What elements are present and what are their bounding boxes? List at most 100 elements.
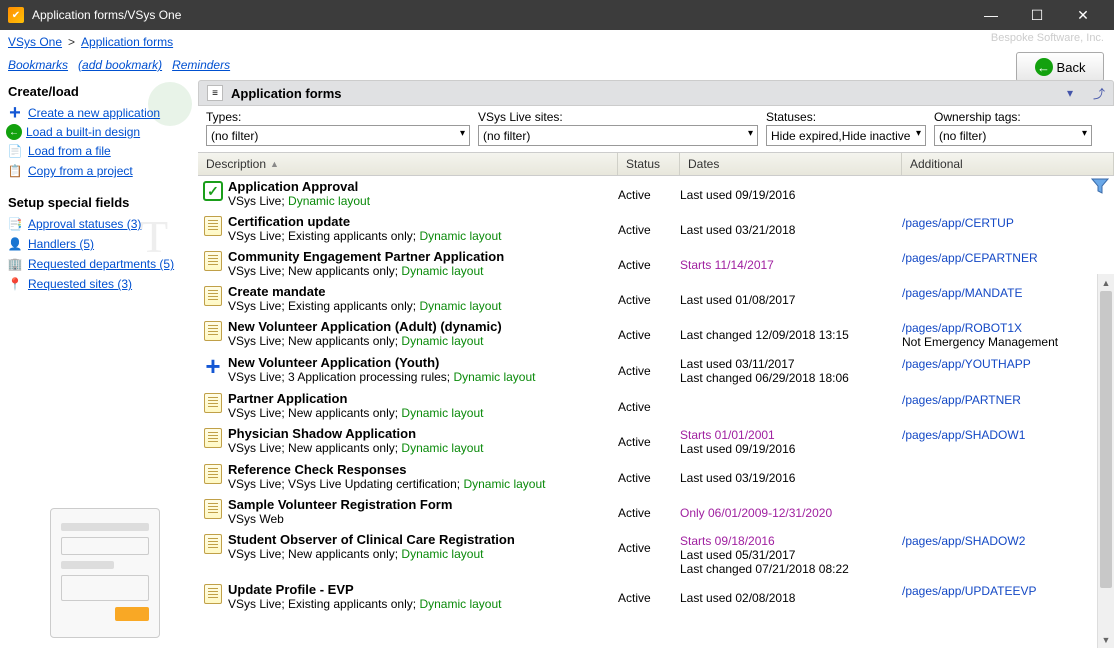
copy-icon: 📋 [6, 162, 24, 180]
bookmarks-link[interactable]: Bookmarks [8, 58, 68, 72]
row-status: Active [618, 249, 680, 278]
scroll-thumb[interactable] [1100, 291, 1112, 588]
row-title: Community Engagement Partner Application [228, 249, 612, 264]
table-row[interactable]: Community Engagement Partner Application… [198, 246, 1114, 281]
row-status: Active [618, 319, 680, 349]
add-bookmark-link[interactable]: (add bookmark) [78, 58, 162, 72]
row-status: Active [618, 532, 680, 576]
row-status: Active [618, 391, 680, 420]
row-meta: VSys Live; New applicants only; Dynamic … [228, 547, 612, 561]
table-row[interactable]: Reference Check ResponsesVSys Live; VSys… [198, 459, 1114, 494]
row-dates: Starts 01/01/2001Last used 09/19/2016 [680, 426, 902, 456]
row-meta: VSys Live; 3 Application processing rule… [228, 370, 612, 384]
row-status: Active [618, 214, 680, 243]
column-headers: Description▲ Status Dates Additional [198, 152, 1114, 176]
check-icon: ✓ [198, 179, 228, 208]
site-icon: 📍 [6, 275, 24, 293]
window-title: Application forms/VSys One [32, 8, 968, 22]
panel-title: Application forms [231, 86, 1059, 101]
table-row[interactable]: ✓Application ApprovalVSys Live; Dynamic … [198, 176, 1114, 211]
filter-sites-select[interactable]: (no filter) [478, 125, 758, 146]
doc-icon [198, 319, 228, 349]
plus-icon: + [6, 104, 24, 122]
bookmarks-row: Bookmarks (add bookmark) Reminders [0, 54, 1114, 76]
row-title: Student Observer of Clinical Care Regist… [228, 532, 612, 547]
filter-statuses-label: Statuses: [766, 110, 926, 124]
sidebar: Create/load + Create a new application ←… [0, 80, 198, 648]
col-additional[interactable]: Additional [902, 153, 1114, 175]
sidebar-handlers[interactable]: 👤 Handlers (5) [6, 234, 192, 254]
form-icon: ≡ [207, 85, 223, 101]
table-row[interactable]: Certification updateVSys Live; Existing … [198, 211, 1114, 246]
row-title: Application Approval [228, 179, 612, 194]
doc-icon [198, 249, 228, 278]
table-row[interactable]: Create mandateVSys Live; Existing applic… [198, 281, 1114, 316]
row-status: Active [618, 582, 680, 611]
rows-container: ✓Application ApprovalVSys Live; Dynamic … [198, 176, 1114, 648]
reminders-link[interactable]: Reminders [172, 58, 230, 72]
titlebar: ✔ Application forms/VSys One — ☐ ✕ [0, 0, 1114, 30]
sidebar-requested-departments[interactable]: 🏢 Requested departments (5) [6, 254, 192, 274]
row-title: Partner Application [228, 391, 612, 406]
table-row[interactable]: Sample Volunteer Registration FormVSys W… [198, 494, 1114, 529]
row-additional: /pages/app/SHADOW2 [902, 532, 1114, 576]
sidebar-setup-header: Setup special fields [8, 195, 190, 210]
row-meta: VSys Live; New applicants only; Dynamic … [228, 406, 612, 420]
table-row[interactable]: Update Profile - EVPVSys Live; Existing … [198, 579, 1114, 614]
col-status[interactable]: Status [618, 153, 680, 175]
sidebar-load-file[interactable]: 📄 Load from a file [6, 141, 192, 161]
row-dates: Last used 03/19/2016 [680, 462, 902, 491]
filter-statuses-select[interactable]: Hide expired,Hide inactive [766, 125, 926, 146]
row-dates: Last used 01/08/2017 [680, 284, 902, 313]
breadcrumb-root[interactable]: VSys One [8, 35, 62, 49]
close-button[interactable]: ✕ [1060, 0, 1106, 30]
row-meta: VSys Live; New applicants only; Dynamic … [228, 264, 612, 278]
sidebar-create-new[interactable]: + Create a new application [6, 103, 192, 123]
status-icon: 📑 [6, 215, 24, 233]
col-dates[interactable]: Dates [680, 153, 902, 175]
doc-icon [198, 214, 228, 243]
scrollbar[interactable]: ▲ ▼ [1097, 274, 1114, 648]
row-status: Active [618, 497, 680, 526]
maximize-button[interactable]: ☐ [1014, 0, 1060, 30]
row-dates: Starts 11/14/2017 [680, 249, 902, 278]
row-meta: VSys Live; VSys Live Updating certificat… [228, 477, 612, 491]
filter-types-select[interactable]: (no filter) [206, 125, 470, 146]
row-additional: /pages/app/CEPARTNER [902, 249, 1114, 278]
back-button[interactable]: ← Back [1016, 52, 1104, 82]
sidebar-load-builtin[interactable]: ← Load a built-in design [6, 123, 192, 141]
row-title: Update Profile - EVP [228, 582, 612, 597]
table-row[interactable]: +New Volunteer Application (Youth)VSys L… [198, 352, 1114, 388]
table-row[interactable]: Physician Shadow ApplicationVSys Live; N… [198, 423, 1114, 459]
table-row[interactable]: New Volunteer Application (Adult) (dynam… [198, 316, 1114, 352]
row-meta: VSys Web [228, 512, 612, 526]
col-description[interactable]: Description▲ [198, 153, 618, 175]
row-additional: /pages/app/YOUTHAPP [902, 355, 1114, 385]
row-meta: VSys Live; Existing applicants only; Dyn… [228, 597, 612, 611]
row-additional: /pages/app/CERTUP [902, 214, 1114, 243]
row-title: Sample Volunteer Registration Form [228, 497, 612, 512]
row-meta: VSys Live; Existing applicants only; Dyn… [228, 229, 612, 243]
breadcrumb: VSys One > Application forms Bespoke Sof… [0, 30, 1114, 54]
doc-icon [198, 532, 228, 576]
breadcrumb-current[interactable]: Application forms [81, 35, 173, 49]
panel-collapse-icon[interactable]: ⤴ [1093, 85, 1105, 102]
row-title: Reference Check Responses [228, 462, 612, 477]
row-title: New Volunteer Application (Adult) (dynam… [228, 319, 612, 334]
sidebar-copy-project[interactable]: 📋 Copy from a project [6, 161, 192, 181]
row-meta: VSys Live; Existing applicants only; Dyn… [228, 299, 612, 313]
app-icon: ✔ [8, 7, 24, 23]
table-row[interactable]: Partner ApplicationVSys Live; New applic… [198, 388, 1114, 423]
row-status: Active [618, 426, 680, 456]
row-dates: Only 06/01/2009-12/31/2020 [680, 497, 902, 526]
table-row[interactable]: Student Observer of Clinical Care Regist… [198, 529, 1114, 579]
minimize-button[interactable]: — [968, 0, 1014, 30]
doc-icon [198, 391, 228, 420]
panel-dropdown-icon[interactable]: ▾ [1067, 86, 1073, 100]
sidebar-approval-statuses[interactable]: 📑 Approval statuses (3) [6, 214, 192, 234]
scroll-down-icon[interactable]: ▼ [1098, 631, 1114, 648]
filter-funnel-icon[interactable] [1090, 176, 1110, 196]
sidebar-requested-sites[interactable]: 📍 Requested sites (3) [6, 274, 192, 294]
scroll-up-icon[interactable]: ▲ [1098, 274, 1114, 291]
filter-tags-select[interactable]: (no filter) [934, 125, 1092, 146]
